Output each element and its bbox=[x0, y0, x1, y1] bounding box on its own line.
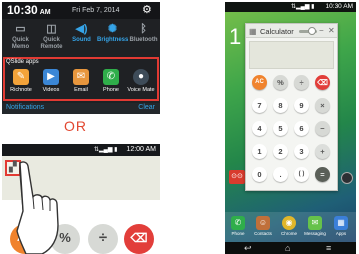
gear-icon[interactable]: ⚙ bbox=[142, 3, 152, 16]
dock-chrome[interactable]: ◉ Chrome bbox=[278, 216, 300, 236]
chrome-icon: ◉ bbox=[282, 216, 296, 230]
notification-footer: Notifications Clear bbox=[2, 103, 160, 114]
back-icon[interactable]: ↩ bbox=[244, 242, 252, 254]
key-divide[interactable]: ÷ bbox=[294, 75, 309, 90]
sound-icon: ◀) bbox=[75, 23, 88, 35]
bluetooth-icon: ᛒ bbox=[140, 23, 147, 35]
hand-pointer-icon bbox=[16, 161, 59, 254]
key-8[interactable]: 8 bbox=[273, 98, 288, 113]
voicemail-icon[interactable]: ⊙⊙ bbox=[229, 170, 245, 184]
phone-icon: ✆ bbox=[231, 216, 245, 230]
voice-mate-icon: ● bbox=[133, 69, 149, 85]
key-5[interactable]: 5 bbox=[273, 121, 288, 136]
status-bar: ⇅▂▄▆ ▮ 10:30 AM bbox=[225, 2, 356, 12]
bluetooth-toggle[interactable]: ᛒ Bluetooth bbox=[128, 21, 159, 44]
remote-icon: ◫ bbox=[46, 23, 57, 35]
transparency-slider-knob[interactable] bbox=[308, 27, 316, 35]
key-percent[interactable]: % bbox=[273, 75, 288, 90]
key-ac[interactable]: AC bbox=[252, 75, 267, 90]
richnote-icon: ✎ bbox=[13, 69, 29, 85]
key-equals[interactable]: = bbox=[315, 167, 330, 182]
qslide-apps-label: QSlide apps bbox=[6, 59, 39, 65]
key-parentheses[interactable]: ( ) bbox=[294, 167, 309, 182]
memo-icon: ▭ bbox=[15, 23, 26, 35]
signal-icon: ⇅▂▄▆ ▮ bbox=[291, 4, 315, 10]
quick-settings-row: ▭ Quick Memo ◫ Quick Remote ◀) Sound ✺ B… bbox=[2, 21, 160, 57]
email-icon: ✉ bbox=[73, 69, 89, 85]
sound-toggle[interactable]: ◀) Sound bbox=[66, 21, 97, 44]
qslide-app-phone[interactable]: ✆ Phone bbox=[96, 69, 126, 93]
key-4[interactable]: 4 bbox=[252, 121, 267, 136]
key-6[interactable]: 6 bbox=[294, 121, 309, 136]
home-screen: ⇅▂▄▆ ▮ 10:30 AM 1 ⊙⊙ ▦ Calculator − ✕ AC… bbox=[225, 2, 356, 254]
brightness-toggle[interactable]: ✺ Brightness bbox=[97, 21, 128, 44]
qslide-app-richnote[interactable]: ✎ Richnote bbox=[6, 69, 36, 93]
messaging-icon: ✉ bbox=[308, 216, 322, 230]
dock-contacts[interactable]: ☺ Contacts bbox=[252, 216, 274, 236]
divide-button[interactable]: ÷ bbox=[88, 224, 118, 254]
camera-icon[interactable] bbox=[341, 172, 353, 184]
qslide-calculator-window[interactable]: ▦ Calculator − ✕ AC % ÷ ⌫ 7 8 9 × 4 5 6 … bbox=[245, 23, 338, 191]
minimize-icon[interactable]: − bbox=[319, 26, 324, 35]
clock-widget: 1 bbox=[229, 24, 242, 49]
key-9[interactable]: 9 bbox=[294, 98, 309, 113]
key-multiply[interactable]: × bbox=[315, 98, 330, 113]
menu-icon[interactable]: ≡ bbox=[326, 242, 331, 254]
videos-icon: ▶ bbox=[43, 69, 59, 85]
backspace-button[interactable]: ⌫ bbox=[124, 224, 154, 254]
phone-icon: ✆ bbox=[103, 69, 119, 85]
calculator-display bbox=[249, 41, 334, 69]
status-bar: 10:30 AM Fri Feb 7, 2014 ⚙ bbox=[2, 2, 160, 19]
clear-button[interactable]: Clear bbox=[138, 104, 155, 111]
dock-phone[interactable]: ✆ Phone bbox=[227, 216, 249, 236]
key-2[interactable]: 2 bbox=[273, 144, 288, 159]
key-7[interactable]: 7 bbox=[252, 98, 267, 113]
calculator-title: Calculator bbox=[260, 27, 294, 36]
brightness-icon: ✺ bbox=[107, 23, 118, 35]
key-decimal[interactable]: . bbox=[273, 167, 288, 182]
status-time: 10:30 AM bbox=[325, 3, 353, 10]
key-backspace[interactable]: ⌫ bbox=[315, 75, 330, 90]
contacts-icon: ☺ bbox=[256, 216, 270, 230]
dock-apps[interactable]: ▦ Apps bbox=[330, 216, 352, 236]
app-dock: ✆ Phone ☺ Contacts ◉ Chrome ✉ Messaging … bbox=[225, 212, 356, 242]
or-label: OR bbox=[64, 118, 87, 134]
close-icon[interactable]: ✕ bbox=[328, 26, 335, 35]
qslide-app-voice-mate[interactable]: ● Voice Mate bbox=[126, 69, 156, 93]
calculator-app-screen: ⇅▂▄▆ ▮ 12:00 AM ▞ AC % ÷ ⌫ bbox=[2, 144, 160, 254]
notification-panel: 10:30 AM Fri Feb 7, 2014 ⚙ ▭ Quick Memo ◫… bbox=[2, 2, 160, 114]
status-time: 12:00 AM bbox=[126, 146, 156, 153]
qslide-app-videos[interactable]: ▶ Videos bbox=[36, 69, 66, 93]
qslide-app-email[interactable]: ✉ Email bbox=[66, 69, 96, 93]
key-1[interactable]: 1 bbox=[252, 144, 267, 159]
key-minus[interactable]: − bbox=[315, 121, 330, 136]
apps-grid-icon: ▦ bbox=[334, 216, 348, 230]
status-bar: ⇅▂▄▆ ▮ 12:00 AM bbox=[2, 144, 160, 156]
signal-icon: ⇅▂▄▆ ▮ bbox=[94, 147, 118, 153]
status-time: 10:30 AM bbox=[7, 3, 51, 17]
key-3[interactable]: 3 bbox=[294, 144, 309, 159]
status-date: Fri Feb 7, 2014 bbox=[72, 7, 120, 14]
navigation-bar: ↩ ⌂ ≡ bbox=[225, 242, 356, 254]
quick-remote-toggle[interactable]: ◫ Quick Remote bbox=[36, 21, 67, 51]
key-0[interactable]: 0 bbox=[252, 167, 267, 182]
calculator-titlebar[interactable]: ▦ Calculator − ✕ bbox=[246, 24, 337, 38]
key-plus[interactable]: + bbox=[315, 144, 330, 159]
notifications-label: Notifications bbox=[6, 104, 45, 111]
dock-messaging[interactable]: ✉ Messaging bbox=[304, 216, 326, 236]
quick-memo-toggle[interactable]: ▭ Quick Memo bbox=[5, 21, 36, 51]
calculator-icon: ▦ bbox=[249, 27, 257, 36]
home-icon[interactable]: ⌂ bbox=[285, 242, 290, 254]
